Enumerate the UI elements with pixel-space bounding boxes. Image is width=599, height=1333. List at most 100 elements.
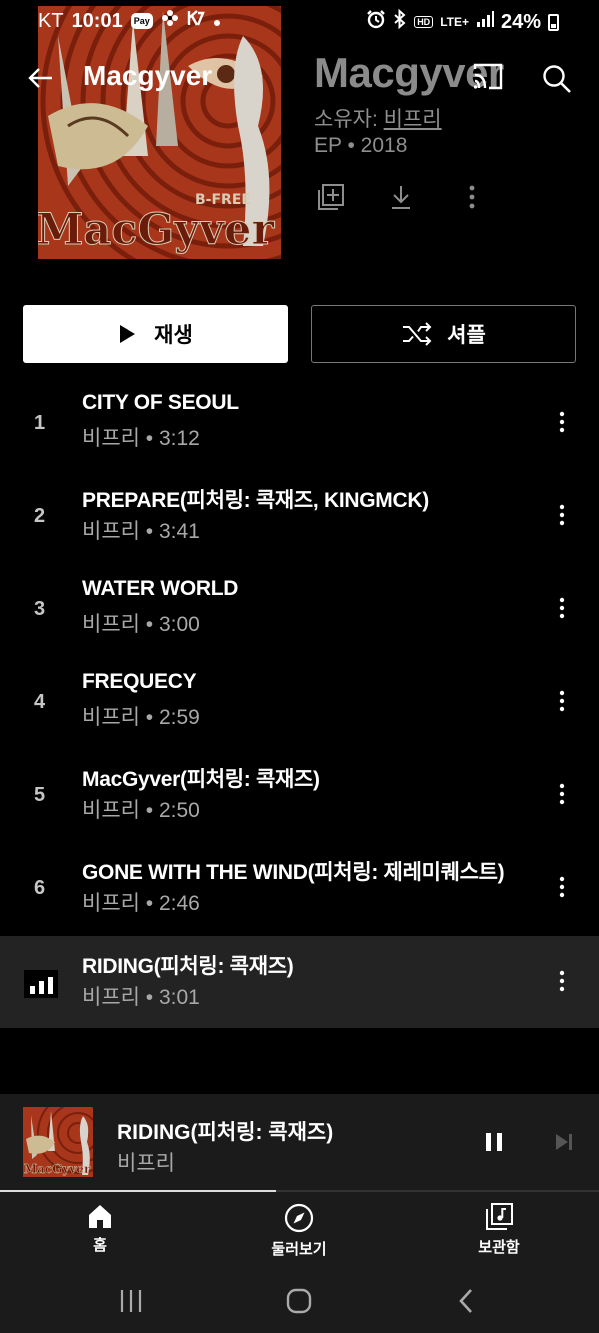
track-number: 4 <box>34 690 46 713</box>
track-row-5[interactable]: 5 MacGyver(피처링: 콕재즈) 비프리 • 2:50 <box>0 749 599 841</box>
status-left: KT 10:01 Pay <box>38 9 221 33</box>
clock: 10:01 <box>71 9 123 32</box>
shuffle-button[interactable]: 셔플 <box>311 305 576 363</box>
more-vert-icon <box>559 876 565 898</box>
download-icon <box>392 186 410 209</box>
nav-explore[interactable]: 둘러보기 <box>239 1202 359 1259</box>
track-subtitle: 비프리 • 3:01 <box>82 986 200 1009</box>
equalizer-icon <box>24 970 58 998</box>
owner-link[interactable]: 비프리 <box>384 108 442 131</box>
signal-icon <box>476 10 494 34</box>
search-icon <box>543 65 571 93</box>
album-art-text: MacGyver <box>38 205 276 255</box>
track-row-4[interactable]: 4 FREQUECY 비프리 • 2:59 <box>0 656 599 748</box>
library-add-icon <box>318 184 344 210</box>
track-more-button[interactable] <box>552 593 572 623</box>
track-row-1[interactable]: 1 CITY OF SEOUL 비프리 • 3:12 <box>0 377 599 469</box>
alarm-icon <box>366 9 386 35</box>
skip-next-icon <box>556 1134 572 1150</box>
chevron-left-icon <box>459 1289 472 1313</box>
skip-next-button[interactable] <box>550 1127 578 1157</box>
k-app-icon <box>187 9 205 33</box>
track-more-button[interactable] <box>552 407 572 437</box>
track-title: WATER WORLD <box>82 577 239 600</box>
status-right: HD LTE+ 24% <box>366 8 559 35</box>
nav-home-label: 홈 <box>93 1237 107 1254</box>
track-title: RIDING(피처링: 콕재즈) <box>82 955 294 978</box>
nav-explore-label: 둘러보기 <box>271 1241 327 1258</box>
system-back-button[interactable] <box>450 1284 484 1318</box>
play-button[interactable]: 재생 <box>23 305 288 363</box>
system-navigation-bar <box>0 1270 599 1333</box>
track-number: 5 <box>34 783 46 806</box>
home-icon <box>89 1205 111 1228</box>
hd-voice-icon: HD <box>414 16 434 28</box>
notification-dot-icon <box>213 10 221 33</box>
battery-percent: 24% <box>500 10 541 33</box>
more-vert-icon <box>559 690 565 712</box>
track-row-6[interactable]: 6 GONE WITH THE WIND(피처링: 제레미퀘스트) 비프리 • … <box>0 842 599 934</box>
mini-player-title: RIDING(피처링: 콕재즈) <box>117 1121 334 1144</box>
track-number: 2 <box>34 504 46 527</box>
add-to-library-button[interactable] <box>317 183 345 211</box>
track-more-button[interactable] <box>552 966 572 996</box>
track-more-button[interactable] <box>552 779 572 809</box>
mini-player-artwork: MacGyver <box>23 1107 93 1177</box>
nav-library-label: 보관함 <box>478 1239 520 1256</box>
album-more-button[interactable] <box>462 183 482 211</box>
track-subtitle: 비프리 • 2:46 <box>82 892 200 915</box>
shuffle-icon <box>403 322 432 346</box>
pay-icon: Pay <box>130 13 153 29</box>
carrier-label: KT <box>38 9 64 32</box>
pinwheel-icon <box>161 9 179 33</box>
track-more-button[interactable] <box>552 872 572 902</box>
more-vert-icon <box>559 504 565 526</box>
battery-icon <box>548 13 559 31</box>
mini-player-artist: 비프리 <box>117 1152 175 1175</box>
bottom-navigation: 홈 둘러보기 보관함 <box>0 1192 599 1270</box>
track-row-7[interactable]: RIDING(피처링: 콕재즈) 비프리 • 3:01 <box>0 936 599 1028</box>
track-more-button[interactable] <box>552 500 572 530</box>
shuffle-label: 셔플 <box>447 324 486 347</box>
mini-player[interactable]: MacGyver RIDING(피처링: 콕재즈) 비프리 <box>0 1094 599 1192</box>
bluetooth-icon <box>393 8 407 35</box>
page-title: Macgyver <box>83 60 213 91</box>
pause-icon <box>486 1133 502 1151</box>
status-bar: KT 10:01 Pay HD LTE+ 24% <box>0 0 599 44</box>
more-vert-icon <box>469 185 475 209</box>
track-subtitle: 비프리 • 3:12 <box>82 427 200 450</box>
track-more-button[interactable] <box>552 686 572 716</box>
nav-home[interactable]: 홈 <box>40 1202 160 1255</box>
track-subtitle: 비프리 • 2:59 <box>82 706 200 729</box>
track-number: 3 <box>34 597 46 620</box>
track-subtitle: 비프리 • 2:50 <box>82 799 200 822</box>
track-title: MacGyver(피처링: 콕재즈) <box>82 768 320 791</box>
album-owner: 소유자: 비프리 <box>314 103 442 133</box>
more-vert-icon <box>559 783 565 805</box>
search-button[interactable] <box>540 62 574 96</box>
pause-button[interactable] <box>480 1127 508 1157</box>
cast-button[interactable] <box>472 62 504 92</box>
lte-icon: LTE+ <box>440 15 469 29</box>
compass-icon <box>284 1203 314 1233</box>
more-vert-icon <box>559 970 565 992</box>
download-button[interactable] <box>389 183 413 211</box>
recents-button[interactable] <box>114 1284 148 1318</box>
track-title: GONE WITH THE WIND(피처링: 제레미퀘스트) <box>82 861 505 884</box>
track-title: CITY OF SEOUL <box>82 391 239 414</box>
mini-art-text: MacGyver <box>24 1162 91 1176</box>
track-row-2[interactable]: 2 PREPARE(피처링: 콕재즈, KINGMCK) 비프리 • 3:41 <box>0 470 599 562</box>
track-number: 1 <box>34 411 46 434</box>
track-title: PREPARE(피처링: 콕재즈, KINGMCK) <box>82 489 429 512</box>
play-icon <box>120 325 136 343</box>
more-vert-icon <box>559 411 565 433</box>
more-vert-icon <box>559 597 565 619</box>
nav-library[interactable]: 보관함 <box>439 1202 559 1257</box>
track-row-3[interactable]: 3 WATER WORLD 비프리 • 3:00 <box>0 563 599 655</box>
home-system-button[interactable] <box>282 1284 316 1318</box>
library-music-icon <box>486 1203 513 1230</box>
owner-label: 소유자: <box>314 108 384 131</box>
track-subtitle: 비프리 • 3:00 <box>82 613 200 636</box>
back-button[interactable] <box>24 60 60 96</box>
album-type-year: EP • 2018 <box>314 134 408 157</box>
